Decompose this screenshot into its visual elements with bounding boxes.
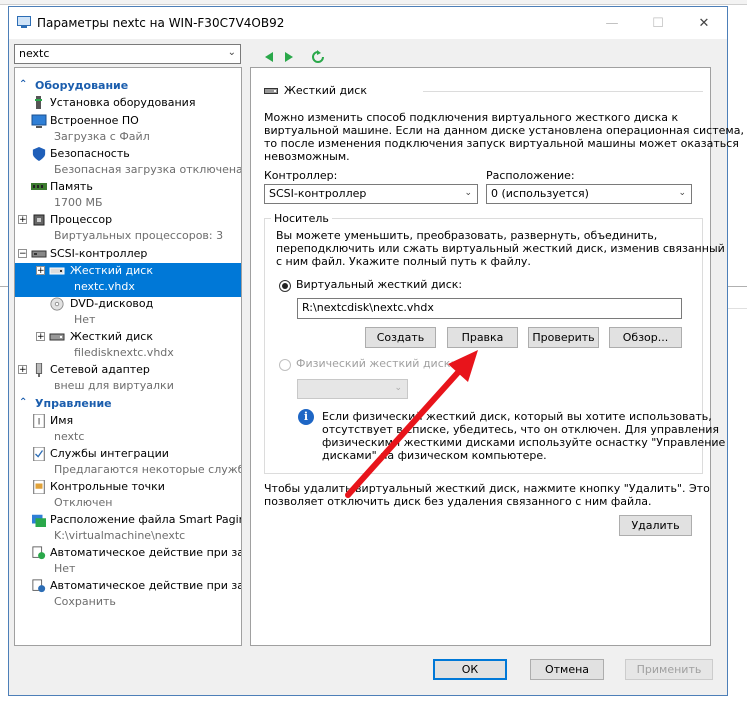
arrow-shaft — [345, 365, 465, 498]
annotation-arrow — [345, 350, 478, 498]
